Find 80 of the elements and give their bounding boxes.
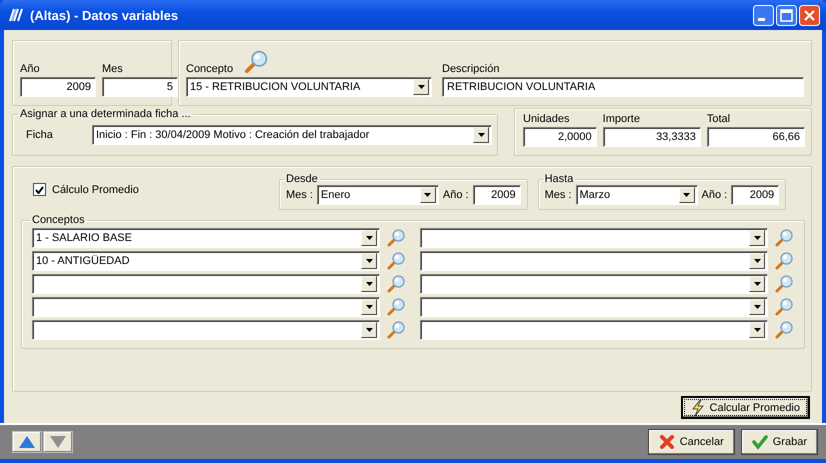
- field-label: Año :: [702, 189, 728, 201]
- dropdown[interactable]: [32, 320, 380, 340]
- cross-icon: [658, 434, 675, 450]
- caret-icon: [683, 193, 690, 197]
- field-label: Mes :: [544, 189, 572, 201]
- checkbox[interactable]: Cálculo Promedio: [21, 173, 279, 196]
- group-label: Desde: [285, 173, 319, 185]
- dropdown[interactable]: [420, 320, 768, 340]
- search-icon[interactable]: [774, 297, 794, 317]
- input-field[interactable]: RETRIBUCION VOLUNTARIA: [442, 77, 804, 97]
- caret-icon: [754, 282, 760, 286]
- field-label: Unidades: [523, 113, 570, 125]
- input-field[interactable]: 5: [102, 77, 178, 97]
- search-icon[interactable]: [774, 228, 794, 248]
- move-down-button[interactable]: [43, 431, 73, 453]
- triangle-down-icon: [50, 436, 66, 448]
- field-label: Mes :: [286, 189, 313, 201]
- caret-icon: [478, 132, 484, 136]
- caret-icon: [366, 328, 372, 332]
- search-icon[interactable]: [386, 251, 406, 271]
- lightning-icon: [690, 400, 705, 416]
- input-field[interactable]: 33,3333: [602, 127, 701, 147]
- input-field[interactable]: 66,66: [706, 127, 806, 147]
- caret-icon: [366, 305, 372, 309]
- dropdown[interactable]: [32, 274, 380, 294]
- save-button[interactable]: Grabar: [740, 429, 818, 455]
- move-up-button[interactable]: [12, 431, 42, 453]
- dropdown[interactable]: 15 - RETRIBUCION VOLUNTARIA: [186, 77, 432, 97]
- check-icon: [752, 434, 768, 450]
- dropdown[interactable]: [32, 297, 380, 317]
- field-label: Concepto: [186, 63, 234, 75]
- caret-icon: [754, 328, 760, 332]
- dropdown[interactable]: [420, 297, 768, 317]
- field-label: Importe: [602, 113, 641, 125]
- search-icon[interactable]: [386, 228, 406, 248]
- caret-icon: [424, 193, 432, 197]
- caret-icon: [366, 282, 372, 286]
- maximize-icon[interactable]: [776, 4, 797, 26]
- triangle-up-icon: [19, 436, 35, 448]
- dropdown[interactable]: 10 - ANTIGÜEDAD: [32, 251, 380, 271]
- input-field[interactable]: 2009: [20, 77, 96, 97]
- check-icon: [35, 186, 44, 194]
- dropdown[interactable]: [420, 251, 768, 271]
- cancel-button[interactable]: Cancelar: [648, 429, 735, 455]
- search-icon[interactable]: [386, 320, 406, 340]
- group-label: Hasta: [544, 173, 574, 185]
- dropdown[interactable]: Enero: [316, 185, 439, 205]
- search-icon[interactable]: [774, 251, 794, 271]
- dropdown[interactable]: [420, 274, 768, 294]
- field-label: Año :: [442, 189, 469, 201]
- caret-icon: [366, 236, 372, 240]
- minimize-icon[interactable]: [753, 4, 774, 26]
- search-icon[interactable]: [774, 274, 794, 294]
- field-label: Descripción: [442, 63, 500, 75]
- group-label: Asignar a una determinada ficha ...: [19, 108, 192, 120]
- input-field[interactable]: 2009: [472, 185, 521, 205]
- dropdown[interactable]: [420, 228, 768, 248]
- caret-icon: [754, 236, 760, 240]
- field-label: Total: [706, 113, 732, 125]
- window-title: (Altas) - Datos variables: [30, 8, 180, 22]
- caret-icon: [418, 85, 424, 89]
- field-label: Ficha: [25, 128, 54, 140]
- calculate-button[interactable]: Calcular Promedio: [680, 396, 810, 419]
- field-label: Año: [20, 63, 41, 75]
- input-field[interactable]: 2,0000: [523, 127, 597, 147]
- app-icon: [8, 8, 26, 22]
- input-field[interactable]: 2009: [731, 185, 780, 205]
- caret-icon: [754, 259, 760, 263]
- search-icon[interactable]: [386, 297, 406, 317]
- dropdown[interactable]: Inicio : Fin : 30/04/2009 Motivo : Creación del trabajador: [92, 124, 492, 144]
- close-icon[interactable]: [799, 4, 820, 26]
- search-icon[interactable]: [386, 274, 406, 294]
- search-icon[interactable]: [243, 49, 270, 75]
- caret-icon: [366, 259, 372, 263]
- field-label: Mes: [102, 63, 124, 75]
- search-icon[interactable]: [774, 320, 794, 340]
- dropdown[interactable]: Marzo: [576, 185, 698, 205]
- dropdown[interactable]: 1 - SALARIO BASE: [32, 228, 380, 248]
- caret-icon: [754, 305, 760, 309]
- group-label: Conceptos: [31, 214, 86, 226]
